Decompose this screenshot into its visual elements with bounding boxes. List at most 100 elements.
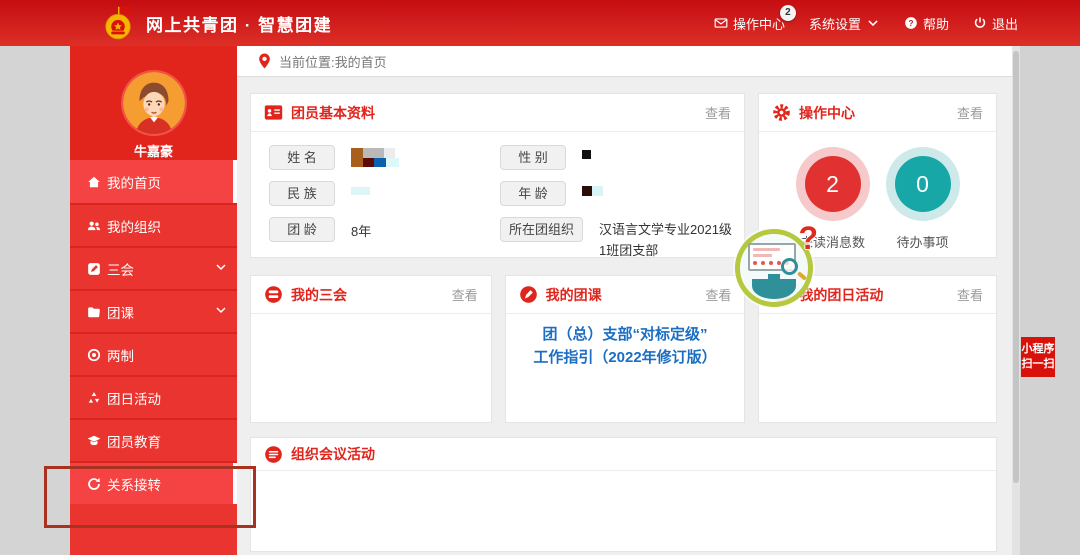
unread-count-circle[interactable]: 2 bbox=[805, 156, 861, 212]
breadcrumb-text: 当前位置:我的首页 bbox=[279, 52, 387, 71]
recycle-icon bbox=[87, 391, 101, 405]
sidebar-item-label: 我的组织 bbox=[107, 216, 161, 236]
nav-system-settings[interactable]: 系统设置 bbox=[809, 14, 880, 33]
outer-background-left bbox=[0, 46, 70, 555]
todo-count-label: 待办事项 bbox=[886, 232, 960, 251]
main-content: 当前位置:我的首页 团员基本资料 查看 姓 名 bbox=[237, 46, 1012, 555]
action-center-view-link[interactable]: 查看 bbox=[957, 103, 983, 122]
mini-program-scan-badge[interactable]: 小程序 扫一扫 bbox=[1021, 337, 1055, 377]
field-gender-value-redacted bbox=[582, 145, 591, 162]
top-header-bar: 网上共青团 · 智慧团建 操作中心 2 系统设置 ? 帮助 bbox=[0, 0, 1080, 46]
gear-icon bbox=[772, 103, 791, 122]
chevron-down-icon bbox=[215, 304, 227, 319]
field-gender-label: 性 别 bbox=[500, 145, 566, 170]
my-tuanke-card: 我的团课 查看 团（总）支部“对标定级” 工作指引（2022年修订版） bbox=[505, 275, 746, 423]
field-ethnicity-value-redacted bbox=[351, 181, 370, 198]
field-organization-label: 所在团组织 bbox=[500, 217, 583, 242]
nav-logout-label: 退出 bbox=[992, 14, 1018, 33]
member-info-card: 团员基本资料 查看 姓 名 性 别 bbox=[250, 93, 745, 258]
field-organization: 所在团组织 汉语言文学专业2021级1班团支部 bbox=[500, 217, 734, 261]
document-circle-icon bbox=[264, 445, 283, 464]
sidebar-item-label: 我的首页 bbox=[107, 172, 161, 192]
folder-icon bbox=[87, 305, 101, 319]
graduation-cap-icon bbox=[87, 434, 101, 448]
mini-program-badge-line1: 小程序 bbox=[1021, 342, 1055, 357]
sidebar-item-relationship-transfer[interactable]: 关系接转 bbox=[70, 461, 237, 504]
field-name-label: 姓 名 bbox=[269, 145, 335, 170]
top-nav: 操作中心 2 系统设置 ? 帮助 退出 bbox=[714, 14, 1018, 33]
monitor-magnifier-sticker: ? bbox=[735, 229, 813, 307]
field-age-value-redacted bbox=[582, 186, 603, 196]
meeting-circle-icon bbox=[264, 285, 283, 304]
action-center-title: 操作中心 bbox=[799, 103, 855, 123]
my-tuanri-title: 我的团日活动 bbox=[799, 285, 883, 305]
my-tuanke-body: 团（总）支部“对标定级” 工作指引（2022年修订版） bbox=[506, 314, 745, 369]
sticker-question-mark: ? bbox=[798, 220, 818, 257]
svg-text:?: ? bbox=[908, 19, 913, 28]
field-ethnicity: 民 族 bbox=[269, 181, 500, 206]
sidebar-menu: 我的首页 我的组织 三会 团课 bbox=[70, 160, 237, 504]
sidebar-item-label: 三会 bbox=[107, 259, 134, 279]
dashboard: 团员基本资料 查看 姓 名 性 别 bbox=[237, 77, 1012, 552]
pencil-square-icon bbox=[87, 262, 101, 276]
action-center-stats: 2 未读消息数 0 待办事项 bbox=[759, 132, 996, 251]
field-gender: 性 别 bbox=[500, 145, 734, 170]
org-meeting-activity-card: 组织会议活动 bbox=[250, 437, 997, 552]
nav-help[interactable]: ? 帮助 bbox=[904, 14, 949, 33]
my-sanhui-view-link[interactable]: 查看 bbox=[452, 285, 478, 304]
sidebar-item-sanhui[interactable]: 三会 bbox=[70, 246, 237, 289]
field-league-age-value: 8年 bbox=[351, 217, 371, 240]
field-age-label: 年 龄 bbox=[500, 181, 566, 206]
nav-system-settings-label: 系统设置 bbox=[809, 14, 861, 33]
sidebar-item-label: 团日活动 bbox=[107, 388, 161, 408]
field-age: 年 龄 bbox=[500, 181, 734, 206]
league-emblem-logo bbox=[100, 5, 136, 41]
tuanke-course-link-line2[interactable]: 工作指引（2022年修订版） bbox=[506, 346, 745, 369]
sticker-magnifier-handle bbox=[797, 271, 807, 280]
sidebar-item-liangzhi[interactable]: 两制 bbox=[70, 332, 237, 375]
location-pin-icon bbox=[258, 53, 271, 69]
envelope-icon bbox=[714, 16, 728, 30]
stat-todo-items: 0 待办事项 bbox=[886, 147, 960, 251]
member-info-view-link[interactable]: 查看 bbox=[705, 103, 731, 122]
app-title: 网上共青团 · 智慧团建 bbox=[146, 11, 332, 36]
my-tuanke-view-link[interactable]: 查看 bbox=[705, 285, 731, 304]
sidebar-item-label: 两制 bbox=[107, 345, 134, 365]
sidebar-item-organization[interactable]: 我的组织 bbox=[70, 203, 237, 246]
chevron-down-icon bbox=[866, 16, 880, 30]
tuanke-course-link-line1[interactable]: 团（总）支部“对标定级” bbox=[506, 323, 745, 346]
unread-count-badge: 2 bbox=[780, 5, 796, 21]
org-meeting-activity-title: 组织会议活动 bbox=[291, 444, 375, 464]
sidebar-item-label: 团员教育 bbox=[107, 431, 161, 451]
sidebar-item-member-education[interactable]: 团员教育 bbox=[70, 418, 237, 461]
todo-count-circle[interactable]: 0 bbox=[895, 156, 951, 212]
field-name: 姓 名 bbox=[269, 145, 500, 170]
my-sanhui-title: 我的三会 bbox=[291, 285, 347, 305]
field-name-value-redacted bbox=[351, 148, 399, 167]
sticker-magnifier-icon bbox=[781, 258, 798, 275]
profile-section: 牛嘉豪 bbox=[70, 46, 237, 160]
chevron-down-icon bbox=[215, 261, 227, 276]
scrollbar-thumb[interactable] bbox=[1013, 51, 1019, 483]
target-icon bbox=[87, 348, 101, 362]
sidebar-item-tuanri-activity[interactable]: 团日活动 bbox=[70, 375, 237, 418]
mini-program-badge-line2: 扫一扫 bbox=[1021, 357, 1055, 372]
id-card-icon bbox=[264, 103, 283, 122]
users-icon bbox=[87, 219, 101, 233]
sticker-monitor-base bbox=[752, 279, 796, 299]
nav-action-center-label: 操作中心 bbox=[733, 14, 785, 33]
breadcrumb: 当前位置:我的首页 bbox=[237, 46, 1012, 77]
avatar bbox=[123, 72, 185, 134]
brand: 网上共青团 · 智慧团建 bbox=[100, 5, 332, 41]
my-tuanke-title: 我的团课 bbox=[546, 285, 602, 305]
avatar-illustration bbox=[123, 72, 185, 134]
nav-logout[interactable]: 退出 bbox=[973, 14, 1018, 33]
nav-action-center[interactable]: 操作中心 2 bbox=[714, 14, 785, 33]
my-tuanri-view-link[interactable]: 查看 bbox=[957, 285, 983, 304]
action-center-card: 操作中心 查看 2 未读消息数 0 待办事项 bbox=[758, 93, 997, 258]
sidebar-item-tuanke[interactable]: 团课 bbox=[70, 289, 237, 332]
field-organization-value: 汉语言文学专业2021级1班团支部 bbox=[599, 217, 734, 261]
sidebar-item-home[interactable]: 我的首页 bbox=[70, 160, 237, 203]
my-sanhui-card: 我的三会 查看 bbox=[250, 275, 492, 423]
scrollbar-track[interactable] bbox=[1012, 46, 1020, 555]
